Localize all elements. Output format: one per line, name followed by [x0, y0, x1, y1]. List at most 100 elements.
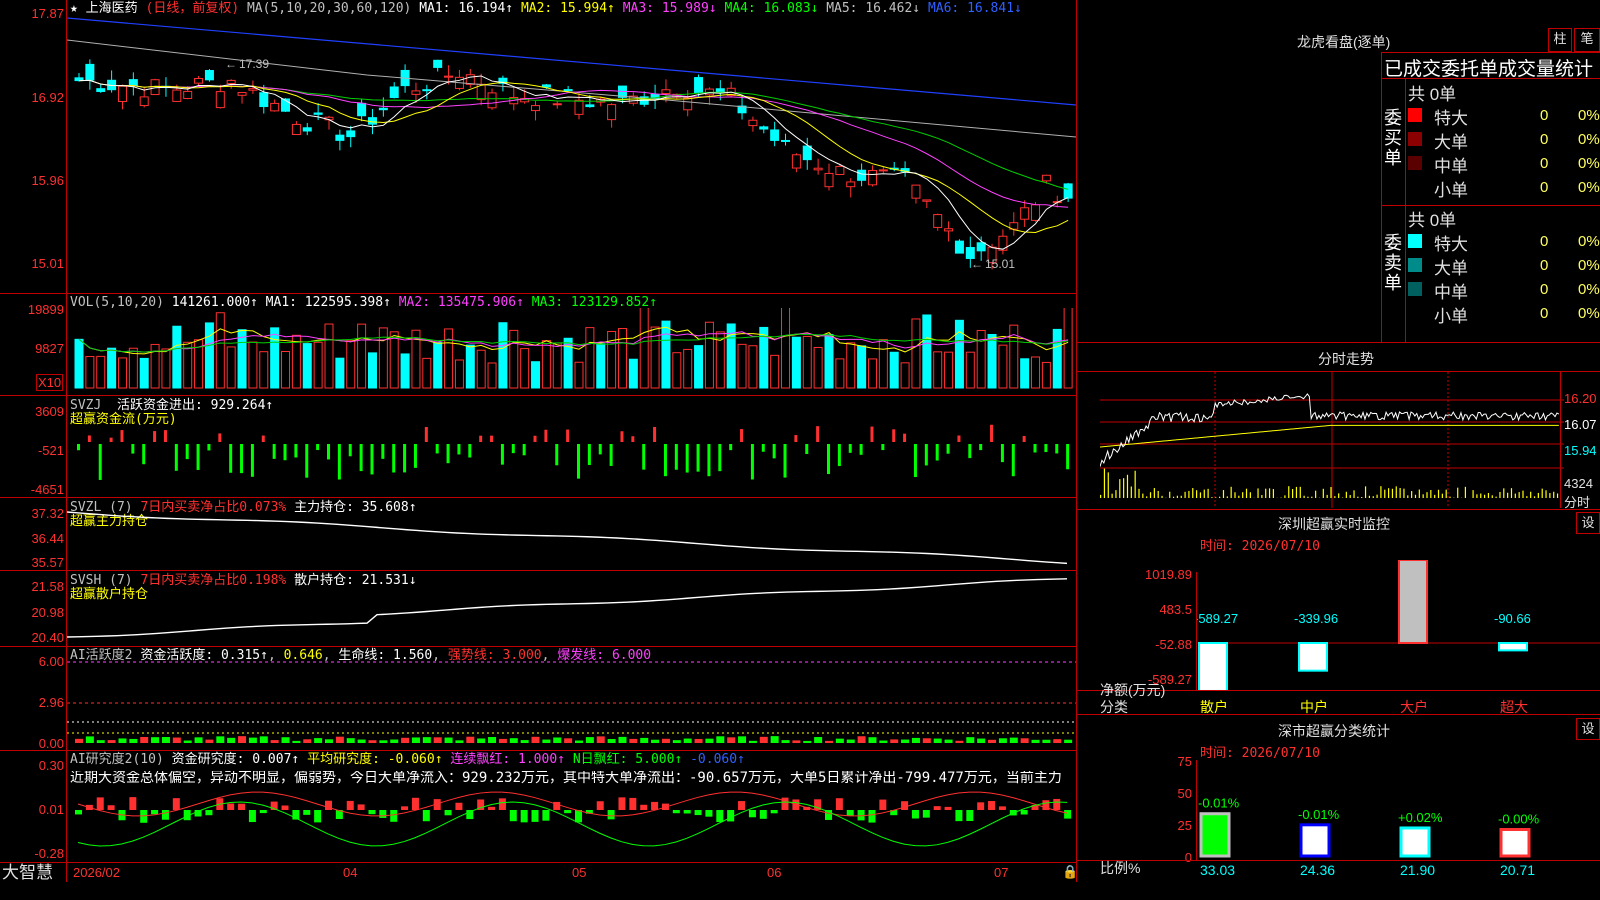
- activity-bar: [672, 740, 681, 743]
- activity-bar: [194, 737, 203, 743]
- activity-bar: [390, 739, 399, 743]
- intraday-vol-bar: [1142, 493, 1144, 498]
- period-label[interactable]: (日线，前复权): [146, 1, 240, 16]
- candle: [574, 99, 584, 115]
- research-bar: [738, 801, 746, 810]
- bar-view-button[interactable]: 柱: [1548, 28, 1572, 52]
- intraday-vol-bar: [1265, 488, 1267, 498]
- intraday-vol-bar: [1472, 490, 1474, 498]
- research-bar: [596, 801, 604, 810]
- candle: [585, 104, 595, 108]
- svzj-chart[interactable]: [67, 400, 1076, 497]
- intraday-vol-bar: [1503, 488, 1505, 498]
- activity-bar: [292, 740, 301, 743]
- research-bar: [629, 797, 637, 810]
- ma5-value: MA5: 16.462↓: [826, 1, 921, 16]
- volume-bar: [422, 357, 432, 389]
- ai-active-chart[interactable]: [67, 650, 1076, 750]
- intraday-vol-bar: [1395, 486, 1397, 498]
- buy-m-label: 中单: [1434, 157, 1468, 176]
- volume-bar: [96, 355, 106, 389]
- intraday-vol-bar: [1484, 494, 1486, 498]
- intraday-vol-bar: [1372, 496, 1374, 498]
- flow-bar: [1066, 444, 1070, 470]
- research-bar: [96, 797, 104, 810]
- candle: [531, 105, 541, 112]
- volume-bar: [639, 308, 649, 389]
- ai-research-chart[interactable]: [67, 790, 1076, 862]
- flow-bar: [305, 444, 309, 478]
- activity-bar: [248, 737, 257, 743]
- flow-bar: [805, 444, 809, 455]
- intraday-vol-bar: [1130, 486, 1132, 498]
- brand-label[interactable]: 大智慧: [0, 863, 68, 882]
- research-bar: [498, 798, 506, 810]
- research-bar: [651, 801, 659, 810]
- flow-bar: [131, 444, 135, 454]
- volume-bar: [878, 339, 888, 389]
- volume-bar: [172, 325, 182, 389]
- activity-bar: [651, 739, 660, 743]
- research-bar: [281, 805, 289, 810]
- monitor-chart[interactable]: -589.27 -339.96 1019.89 -90.66: [1197, 560, 1600, 690]
- activity-bar: [661, 738, 670, 743]
- intraday-vol-bar: [1368, 495, 1370, 498]
- intraday-vol-bar: [1533, 496, 1536, 498]
- intraday-vol-bar: [1123, 478, 1125, 498]
- star-icon[interactable]: ★: [70, 1, 78, 16]
- svsh-axis-1: 21.58: [31, 579, 64, 594]
- flow-bar: [903, 433, 907, 442]
- flow-bar: [468, 444, 472, 458]
- volume-chart[interactable]: [67, 308, 1076, 395]
- intraday-vol-bar: [1234, 492, 1236, 498]
- intraday-vol-bar: [1268, 488, 1271, 498]
- svzl-chart[interactable]: [67, 500, 1076, 570]
- candle: [172, 89, 182, 102]
- intraday-vol-bar: [1149, 492, 1152, 498]
- pen-view-button[interactable]: 笔: [1574, 28, 1600, 52]
- flow-bar: [620, 431, 624, 442]
- flow-bar: [327, 444, 330, 460]
- activity-bar: [846, 739, 855, 743]
- candle: [867, 169, 877, 186]
- candle: [911, 184, 921, 199]
- intraday-vol-bar: [1380, 486, 1382, 498]
- svsh-chart[interactable]: [67, 575, 1076, 646]
- activity-bar: [998, 738, 1007, 743]
- volume-bar: [465, 344, 475, 389]
- intraday-vol-bar: [1507, 492, 1509, 498]
- intraday-vol-bar: [1407, 495, 1409, 498]
- ai-active-axis-3: 0.00: [38, 736, 64, 751]
- intraday-vol-bar: [1115, 490, 1117, 498]
- research-bar: [520, 810, 528, 823]
- intraday-axis-2: 16.07: [1564, 417, 1597, 432]
- flow-bar: [566, 429, 570, 442]
- monitor-bar: [1398, 560, 1428, 644]
- intraday-vol-bar: [1545, 490, 1547, 498]
- volume-bar: [302, 343, 312, 389]
- activity-bar: [161, 737, 170, 743]
- stock-name[interactable]: 上海医药: [86, 1, 138, 16]
- classify-change-label: +0.02%: [1398, 810, 1443, 825]
- activity-bar: [922, 738, 931, 743]
- flow-bar: [968, 444, 972, 459]
- activity-bar: [1053, 739, 1062, 743]
- flow-bar: [631, 436, 635, 442]
- monitor-settings-button[interactable]: 设: [1576, 512, 1600, 534]
- intraday-vol-bar: [1322, 488, 1324, 498]
- activity-bar: [85, 736, 94, 743]
- intraday-chart[interactable]: [1100, 372, 1564, 508]
- flow-bar: [587, 444, 591, 466]
- svzj-axis-3: -4651: [30, 482, 64, 497]
- candle: [922, 199, 932, 202]
- research-bar: [205, 810, 213, 816]
- classify-chart[interactable]: -0.01% -0.01% +0.02% -0.00%: [1197, 760, 1600, 860]
- sell-l-swatch: [1408, 258, 1422, 272]
- activity-bar: [140, 736, 149, 743]
- price-chart[interactable]: ← 17.39 ← 15.01: [67, 15, 1076, 293]
- ai-research-axis-2: 0.01: [38, 802, 64, 817]
- lock-icon[interactable]: 🔒: [1062, 864, 1078, 880]
- classify-settings-button[interactable]: 设: [1576, 718, 1600, 740]
- candle: [346, 130, 356, 138]
- svg-text:←: ←: [971, 257, 983, 271]
